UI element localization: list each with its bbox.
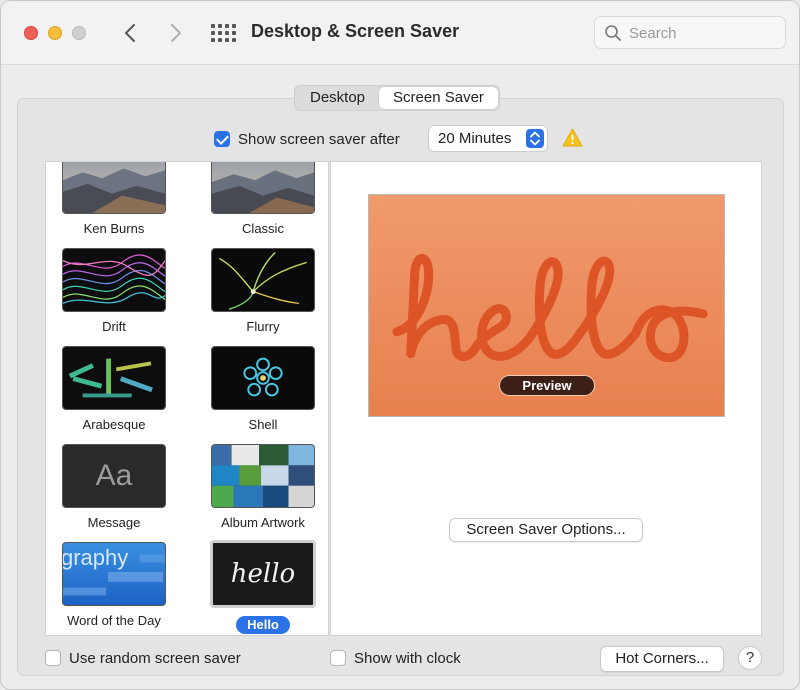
preview-button[interactable]: Preview — [499, 375, 595, 396]
module-arabesque[interactable]: Arabesque — [49, 346, 179, 434]
search-field[interactable] — [594, 16, 786, 49]
album-artwork-thumbnail — [211, 444, 315, 508]
module-album-artwork[interactable]: Album Artwork — [198, 444, 328, 532]
module-label: Classic — [242, 221, 284, 236]
preview-area: Preview Screen Saver Options... — [330, 161, 762, 636]
system-preferences-window: Desktop & Screen Saver Desktop Screen Sa… — [0, 0, 800, 690]
show-after-checkbox[interactable] — [214, 131, 230, 147]
module-label: Shell — [248, 417, 278, 432]
hello-thumbnail: hello — [210, 540, 316, 608]
zoom-window-button[interactable] — [72, 26, 86, 40]
module-label: Word of the Day — [67, 613, 161, 628]
show-after-value: 20 Minutes — [438, 130, 512, 147]
random-screen-saver-row: Use random screen saver — [45, 649, 241, 667]
module-label: Flurry — [246, 319, 280, 334]
module-classic[interactable]: Classic — [198, 162, 328, 238]
drift-thumbnail — [62, 248, 166, 312]
window-title: Desktop & Screen Saver — [251, 21, 460, 41]
search-input[interactable] — [629, 22, 779, 44]
arabesque-thumbnail — [62, 346, 166, 410]
show-with-clock-row: Show with clock — [330, 649, 461, 667]
show-with-clock-checkbox[interactable] — [330, 650, 346, 666]
module-label: Arabesque — [82, 417, 146, 432]
ken-burns-thumbnail — [62, 162, 166, 214]
chevron-left-icon — [125, 24, 135, 42]
screen-saver-options-button[interactable]: Screen Saver Options... — [449, 518, 643, 542]
random-screen-saver-checkbox[interactable] — [45, 650, 61, 666]
toolbar: Desktop & Screen Saver — [1, 1, 799, 65]
shell-thumbnail — [211, 346, 315, 410]
tab-screen-saver[interactable]: Screen Saver — [379, 87, 498, 109]
forward-button[interactable] — [161, 19, 189, 47]
help-button[interactable]: ? — [738, 646, 762, 670]
module-label: Album Artwork — [221, 515, 305, 530]
hot-corners-button[interactable]: Hot Corners... — [600, 646, 724, 672]
module-word-of-the-day[interactable]: graphy Word of the Day — [49, 542, 179, 630]
module-hello[interactable]: hello Hello — [198, 540, 328, 634]
module-message[interactable]: Aa Message — [49, 444, 179, 532]
word-thumb-decoration — [63, 554, 165, 596]
module-label: Ken Burns — [83, 221, 145, 236]
warning-icon[interactable] — [562, 128, 583, 147]
back-button[interactable] — [117, 19, 145, 47]
search-icon — [605, 25, 621, 41]
chevron-right-icon — [171, 24, 181, 42]
tab-bar: Desktop Screen Saver — [294, 85, 500, 111]
flurry-thumbnail — [211, 248, 315, 312]
show-after-select[interactable]: 20 Minutes — [428, 125, 548, 152]
message-thumb-text: Aa — [95, 459, 133, 492]
show-all-button[interactable] — [208, 21, 238, 45]
module-label-selected: Hello — [236, 616, 290, 634]
message-thumbnail: Aa — [62, 444, 166, 508]
show-after-row: Show screen saver after — [214, 126, 400, 152]
module-ken-burns[interactable]: Ken Burns — [49, 162, 179, 238]
module-shell[interactable]: Shell — [198, 346, 328, 434]
minimize-window-button[interactable] — [48, 26, 62, 40]
classic-thumbnail — [211, 162, 315, 214]
hello-thumb-text: hello — [230, 559, 296, 589]
module-label: Drift — [102, 319, 126, 334]
close-window-button[interactable] — [24, 26, 38, 40]
word-of-the-day-thumbnail: graphy — [62, 542, 166, 606]
module-flurry[interactable]: Flurry — [198, 248, 328, 336]
module-drift[interactable]: Drift — [49, 248, 179, 336]
random-screen-saver-label: Use random screen saver — [69, 649, 241, 667]
screen-saver-list[interactable]: Ken Burns Classic Drift Flurry Arabesque… — [45, 161, 329, 636]
tab-desktop[interactable]: Desktop — [296, 87, 379, 109]
show-with-clock-label: Show with clock — [354, 649, 461, 667]
updown-chevron-icon — [526, 129, 544, 148]
screen-saver-preview[interactable]: Preview — [368, 194, 725, 417]
show-after-label: Show screen saver after — [238, 130, 400, 148]
grid-icon — [211, 24, 236, 42]
module-label: Message — [87, 515, 141, 530]
